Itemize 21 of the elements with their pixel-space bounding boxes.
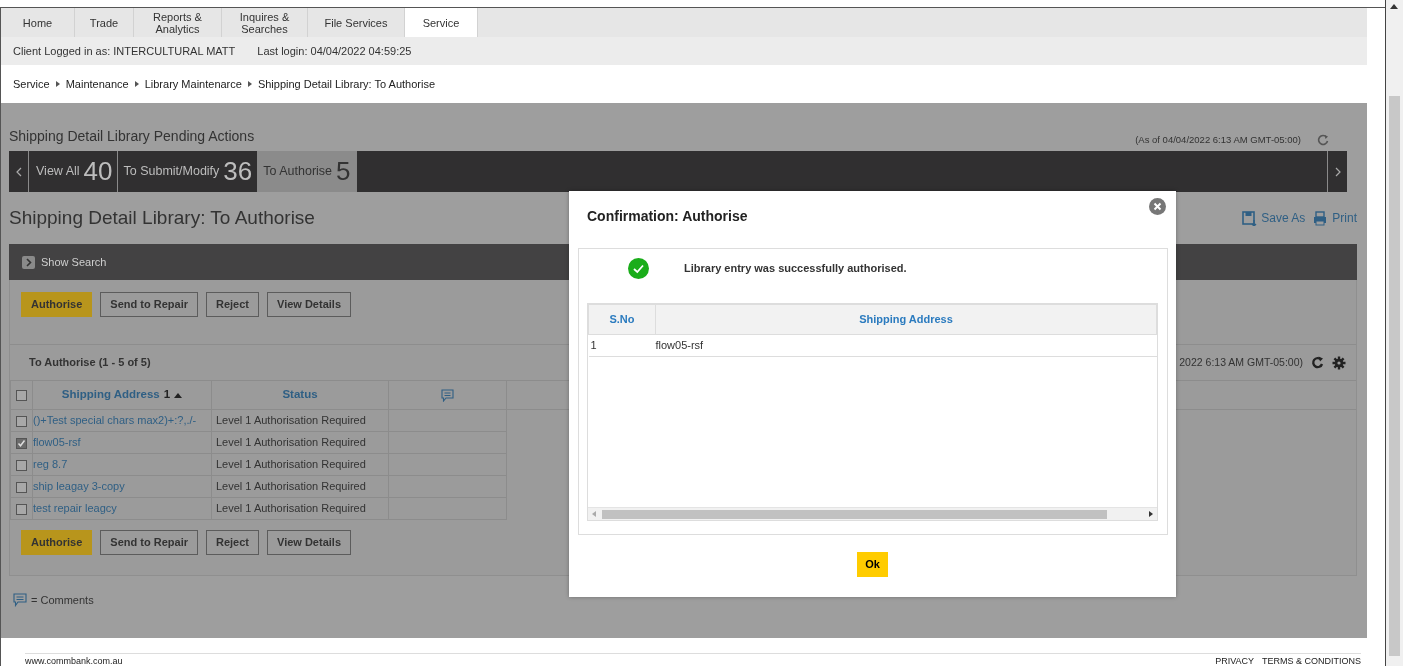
last-login-text: Last login: 04/04/2022 04:59:25 <box>257 43 412 59</box>
table-cell: Level 1 Authorisation Required <box>211 409 389 432</box>
table-cell: Level 1 Authorisation Required <box>211 475 389 498</box>
page-title: Shipping Detail Library: To Authorise <box>9 205 315 230</box>
as-of-timestamp: (As of 04/04/2022 6:13 AM GMT-05:00) <box>1135 132 1301 147</box>
table-cell: 1 <box>588 334 656 357</box>
column-header: Shipping Address <box>655 304 1157 335</box>
table-cell: Level 1 Authorisation Required <box>211 431 389 454</box>
results-caption: To Authorise (1 - 5 of 5) <box>29 355 151 371</box>
table-cell: Level 1 Authorisation Required <box>211 453 389 476</box>
legend-text: = Comments <box>31 593 94 608</box>
column-header: S.No <box>588 304 656 335</box>
client-login-text: Client Logged in as: INTERCULTURAL MATT <box>13 43 236 59</box>
show-search-label: Show Search <box>41 254 107 270</box>
as-of-timestamp: 2022 6:13 AM GMT-05:00) <box>1179 354 1303 370</box>
sort-index: 1 <box>163 387 171 403</box>
table-cell: Level 1 Authorisation Required <box>211 497 389 520</box>
success-message: Library entry was successfully authorised. <box>684 260 907 276</box>
dialog-title: Confirmation: Authorise <box>587 207 748 226</box>
table-cell: flow05-rsf <box>655 334 1157 357</box>
section-title: Shipping Detail Library Pending Actions <box>9 127 255 146</box>
